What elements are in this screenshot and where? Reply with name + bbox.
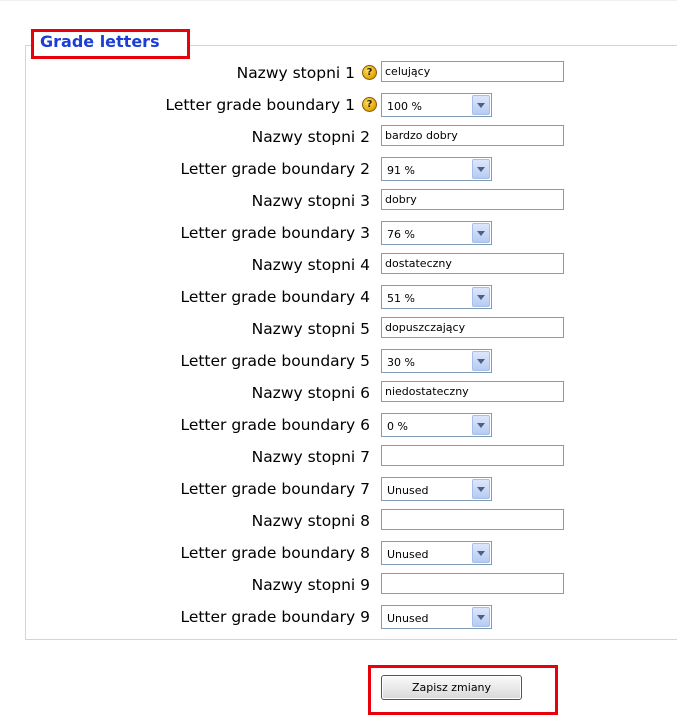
grade-boundary-label: Letter grade boundary 1 (165, 96, 355, 114)
help-icon[interactable]: ? (362, 97, 377, 112)
grade-name-row: Nazwy stopni 2 bardzo dobry (0, 122, 677, 154)
grade-name-row: Nazwy stopni 7 (0, 442, 677, 474)
grade-name-label: Nazwy stopni 3 (251, 192, 370, 210)
grade-boundary-select[interactable]: Unused (381, 605, 492, 629)
grade-boundary-value: 91 % (387, 164, 415, 177)
grade-name-input[interactable]: celujący (381, 61, 564, 82)
grade-name-row: Nazwy stopni 1? celujący (0, 58, 677, 90)
grade-boundary-select[interactable]: 51 % (381, 285, 492, 309)
grade-boundary-select[interactable]: 0 % (381, 413, 492, 437)
grade-boundary-label: Letter grade boundary 4 (180, 288, 370, 306)
grade-name-label: Nazwy stopni 9 (251, 576, 370, 594)
top-divider (0, 0, 677, 1)
grade-boundary-row: Letter grade boundary 9 Unused (0, 602, 677, 634)
grade-boundary-label: Letter grade boundary 7 (180, 480, 370, 498)
grade-boundary-value: 51 % (387, 292, 415, 305)
grade-boundary-value: Unused (387, 484, 429, 497)
grade-boundary-row: Letter grade boundary 2 91 % (0, 154, 677, 186)
grade-boundary-value: 0 % (387, 420, 408, 433)
grade-boundary-value: 76 % (387, 228, 415, 241)
grade-boundary-row: Letter grade boundary 6 0 % (0, 410, 677, 442)
chevron-down-icon[interactable] (472, 95, 490, 115)
grade-boundary-label: Letter grade boundary 6 (180, 416, 370, 434)
grade-boundary-select[interactable]: 91 % (381, 157, 492, 181)
grade-boundary-label: Letter grade boundary 5 (180, 352, 370, 370)
chevron-down-icon[interactable] (472, 607, 490, 627)
grade-name-input[interactable]: dopuszczający (381, 317, 564, 338)
grade-boundary-label: Letter grade boundary 2 (180, 160, 370, 178)
grade-name-input[interactable] (381, 445, 564, 466)
grade-name-input[interactable]: dobry (381, 189, 564, 210)
chevron-down-icon[interactable] (472, 415, 490, 435)
grade-name-row: Nazwy stopni 8 (0, 506, 677, 538)
grade-boundary-row: Letter grade boundary 7 Unused (0, 474, 677, 506)
grade-boundary-label: Letter grade boundary 3 (180, 224, 370, 242)
chevron-down-icon[interactable] (472, 223, 490, 243)
grade-boundary-value: Unused (387, 612, 429, 625)
chevron-down-icon[interactable] (472, 159, 490, 179)
grade-boundary-row: Letter grade boundary 1? 100 % (0, 90, 677, 122)
grade-name-label: Nazwy stopni 8 (251, 512, 370, 530)
grade-name-label: Nazwy stopni 5 (251, 320, 370, 338)
grade-name-input[interactable]: bardzo dobry (381, 125, 564, 146)
save-changes-button[interactable]: Zapisz zmiany (381, 675, 522, 700)
grade-name-row: Nazwy stopni 5 dopuszczający (0, 314, 677, 346)
grade-boundary-select[interactable]: Unused (381, 541, 492, 565)
grade-boundary-row: Letter grade boundary 4 51 % (0, 282, 677, 314)
grade-boundary-value: 30 % (387, 356, 415, 369)
grade-name-label: Nazwy stopni 4 (251, 256, 370, 274)
grade-boundary-row: Letter grade boundary 8 Unused (0, 538, 677, 570)
chevron-down-icon[interactable] (472, 287, 490, 307)
grade-boundary-label: Letter grade boundary 9 (180, 608, 370, 626)
grade-boundary-select[interactable]: 30 % (381, 349, 492, 373)
help-icon[interactable]: ? (362, 65, 377, 80)
grade-boundary-row: Letter grade boundary 3 76 % (0, 218, 677, 250)
grade-boundary-select[interactable]: 76 % (381, 221, 492, 245)
grade-name-row: Nazwy stopni 3 dobry (0, 186, 677, 218)
chevron-down-icon[interactable] (472, 351, 490, 371)
chevron-down-icon[interactable] (472, 543, 490, 563)
grade-name-row: Nazwy stopni 4 dostateczny (0, 250, 677, 282)
grade-name-input[interactable] (381, 573, 564, 594)
grade-boundary-select[interactable]: 100 % (381, 93, 492, 117)
grade-name-label: Nazwy stopni 2 (251, 128, 370, 146)
grade-boundary-label: Letter grade boundary 8 (180, 544, 370, 562)
grade-name-row: Nazwy stopni 6 niedostateczny (0, 378, 677, 410)
grade-name-label: Nazwy stopni 6 (251, 384, 370, 402)
grade-name-input[interactable]: niedostateczny (381, 381, 564, 402)
grade-name-row: Nazwy stopni 9 (0, 570, 677, 602)
grade-boundary-value: 100 % (387, 100, 422, 113)
grade-boundary-select[interactable]: Unused (381, 477, 492, 501)
grade-boundary-row: Letter grade boundary 5 30 % (0, 346, 677, 378)
grade-name-input[interactable]: dostateczny (381, 253, 564, 274)
grade-name-input[interactable] (381, 509, 564, 530)
grade-boundary-value: Unused (387, 548, 429, 561)
grade-letters-legend[interactable]: Grade letters (40, 32, 160, 51)
grade-name-label: Nazwy stopni 7 (251, 448, 370, 466)
grade-name-label: Nazwy stopni 1 (236, 64, 355, 82)
chevron-down-icon[interactable] (472, 479, 490, 499)
